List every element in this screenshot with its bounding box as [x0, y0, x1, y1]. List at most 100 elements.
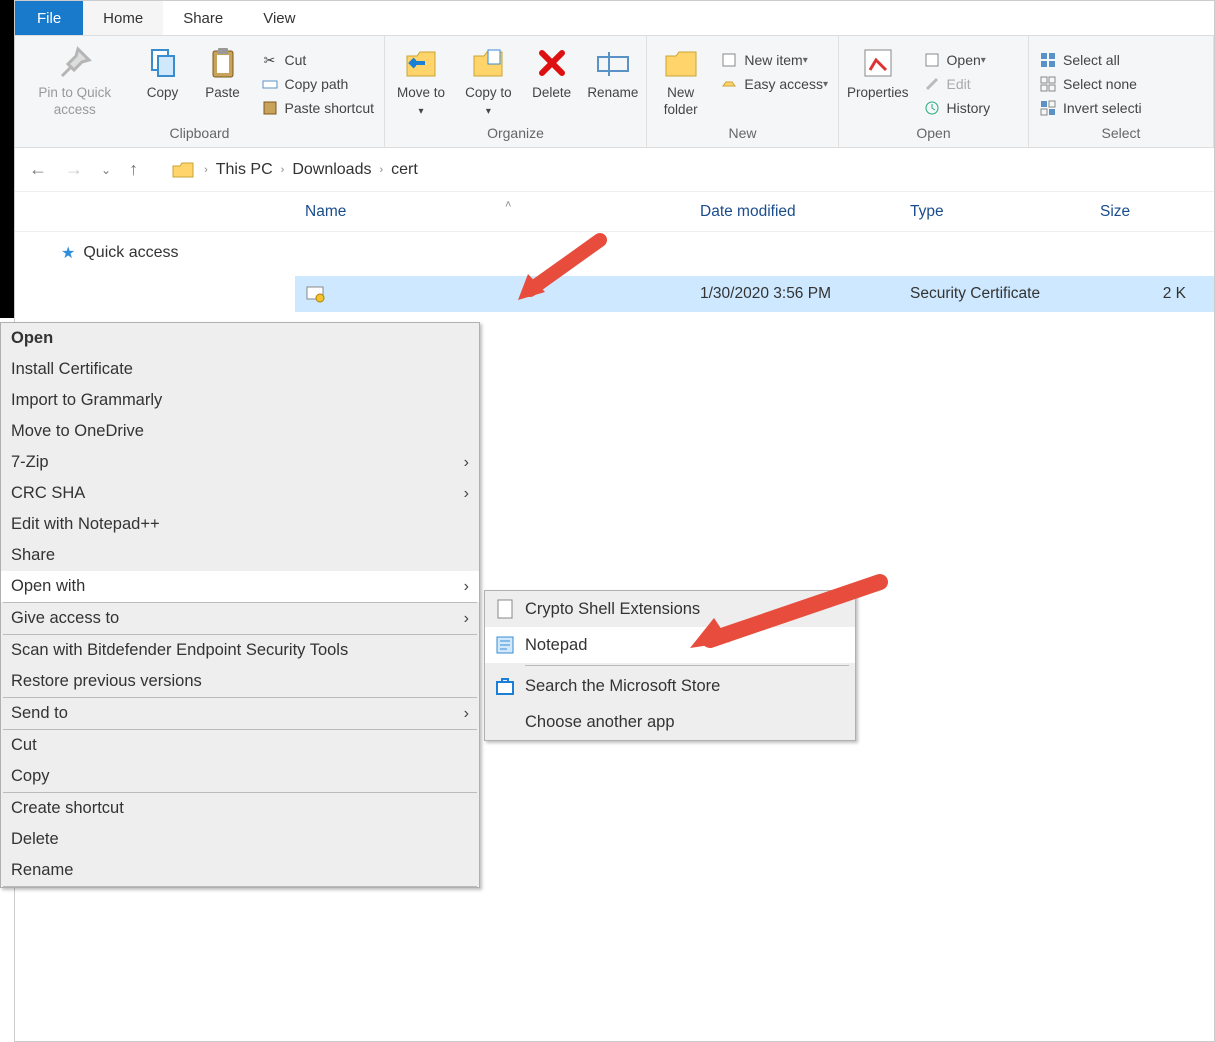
select-all-icon [1039, 51, 1057, 69]
column-header-name[interactable]: Name ˄ [295, 203, 690, 221]
column-header-size[interactable]: Size [1090, 203, 1214, 221]
ribbon-group-select: Select all Select none Invert selecti Se… [1029, 36, 1214, 147]
select-all-button[interactable]: Select all [1035, 48, 1146, 72]
rename-button[interactable]: Rename [582, 40, 644, 122]
ctx-open-with[interactable]: Open with› [1, 571, 479, 602]
edit-button[interactable]: Edit [919, 72, 995, 96]
submenu-separator [525, 665, 849, 666]
folder-icon [172, 161, 194, 179]
sort-caret-icon: ˄ [505, 199, 511, 211]
column-header-type[interactable]: Type [900, 203, 1090, 221]
ctx-copy[interactable]: Copy [1, 761, 479, 792]
nav-back-button[interactable]: ← [25, 159, 51, 180]
ctx-open[interactable]: Open [1, 323, 479, 354]
select-none-button[interactable]: Select none [1035, 72, 1146, 96]
edit-icon [923, 75, 941, 93]
delete-icon [533, 44, 571, 82]
window-frame-stripe [0, 0, 14, 318]
sub-search-store[interactable]: Search the Microsoft Store [485, 668, 855, 704]
ctx-edit-notepadpp[interactable]: Edit with Notepad++ [1, 509, 479, 540]
file-type-cell: Security Certificate [900, 285, 1090, 303]
paste-button[interactable]: Paste [193, 40, 253, 122]
open-button[interactable]: Open [919, 48, 995, 72]
breadcrumb-downloads[interactable]: Downloads [292, 161, 371, 179]
sub-crypto-shell[interactable]: Crypto Shell Extensions [485, 591, 855, 627]
tab-view[interactable]: View [243, 1, 315, 35]
easy-access-button[interactable]: Easy access [716, 72, 832, 96]
chevron-right-icon: › [379, 164, 383, 176]
sub-notepad[interactable]: Notepad [485, 627, 855, 663]
cut-button[interactable]: ✂ Cut [257, 48, 379, 72]
ctx-scan-bitdefender[interactable]: Scan with Bitdefender Endpoint Security … [1, 635, 479, 666]
file-name-cell [295, 284, 690, 304]
ctx-cut[interactable]: Cut [1, 730, 479, 761]
sub-crypto-label: Crypto Shell Extensions [525, 600, 700, 619]
column-headers: Name ˄ Date modified Type Size [15, 192, 1214, 232]
rename-label: Rename [587, 85, 638, 102]
nav-up-button[interactable]: ↑ [125, 159, 142, 180]
ctx-send-to[interactable]: Send to› [1, 698, 479, 729]
address-bar: ← → ⌄ ↑ › This PC › Downloads › cert [15, 148, 1214, 192]
tab-share[interactable]: Share [163, 1, 243, 35]
delete-button[interactable]: Delete [522, 40, 582, 122]
paste-label: Paste [205, 85, 240, 102]
openwith-submenu: Crypto Shell Extensions Notepad Search t… [484, 590, 856, 741]
invert-selection-button[interactable]: Invert selecti [1035, 96, 1146, 120]
breadcrumb-this-pc[interactable]: This PC [216, 161, 273, 179]
ctx-7zip[interactable]: 7-Zip› [1, 447, 479, 478]
ribbon: Pin to Quick access Copy Paste ✂ [15, 36, 1214, 148]
group-label-new: New [649, 122, 836, 145]
group-label-clipboard: Clipboard [17, 122, 382, 145]
ctx-import-grammarly[interactable]: Import to Grammarly [1, 385, 479, 416]
ctx-create-shortcut[interactable]: Create shortcut [1, 793, 479, 824]
column-header-date[interactable]: Date modified [690, 203, 900, 221]
copy-button[interactable]: Copy [133, 40, 193, 122]
copy-path-label: Copy path [285, 76, 349, 92]
new-item-button[interactable]: New item [716, 48, 832, 72]
sidebar-quick-access[interactable]: ★ Quick access [21, 239, 284, 267]
breadcrumb-cert[interactable]: cert [391, 161, 418, 179]
pin-icon [56, 44, 94, 82]
nav-recent-button[interactable]: ⌄ [97, 163, 115, 177]
file-row-selected[interactable]: 1/30/2020 3:56 PM Security Certificate 2… [295, 276, 1214, 312]
easy-access-icon [720, 75, 738, 93]
ctx-share[interactable]: Share [1, 540, 479, 571]
copy-path-button[interactable]: Copy path [257, 72, 379, 96]
history-icon [923, 99, 941, 117]
tab-file[interactable]: File [15, 1, 83, 35]
certificate-icon [305, 284, 325, 304]
new-folder-label: New folder [655, 85, 706, 119]
cut-label: Cut [285, 52, 307, 68]
open-icon [923, 51, 941, 69]
ctx-give-access[interactable]: Give access to› [1, 603, 479, 634]
tab-home[interactable]: Home [83, 1, 163, 35]
new-folder-button[interactable]: New folder [649, 40, 712, 122]
move-to-icon [402, 44, 440, 82]
history-label: History [947, 100, 991, 116]
pin-to-quick-access-button[interactable]: Pin to Quick access [17, 40, 133, 122]
invert-selection-label: Invert selecti [1063, 100, 1142, 116]
invert-selection-icon [1039, 99, 1057, 117]
ctx-rename[interactable]: Rename [1, 855, 479, 886]
ctx-move-onedrive[interactable]: Move to OneDrive [1, 416, 479, 447]
copy-to-button[interactable]: Copy to ▾ [455, 40, 522, 122]
move-to-button[interactable]: Move to ▾ [387, 40, 455, 122]
file-size-cell: 2 K [1090, 285, 1214, 303]
nav-forward-button[interactable]: → [61, 159, 87, 180]
chevron-right-icon: › [464, 454, 469, 472]
ctx-delete[interactable]: Delete [1, 824, 479, 855]
paste-shortcut-button[interactable]: Paste shortcut [257, 96, 379, 120]
history-button[interactable]: History [919, 96, 995, 120]
copy-icon [144, 44, 182, 82]
context-menu: Open Install Certificate Import to Gramm… [0, 322, 480, 888]
select-all-label: Select all [1063, 52, 1120, 68]
group-label-organize: Organize [387, 122, 644, 145]
properties-button[interactable]: Properties [841, 40, 915, 122]
ctx-crc-sha[interactable]: CRC SHA› [1, 478, 479, 509]
ctx-install-certificate[interactable]: Install Certificate [1, 354, 479, 385]
ctx-restore-versions[interactable]: Restore previous versions [1, 666, 479, 697]
notepad-icon [495, 635, 515, 655]
properties-icon [859, 44, 897, 82]
sub-choose-app[interactable]: Choose another app [485, 704, 855, 740]
paste-icon [204, 44, 242, 82]
